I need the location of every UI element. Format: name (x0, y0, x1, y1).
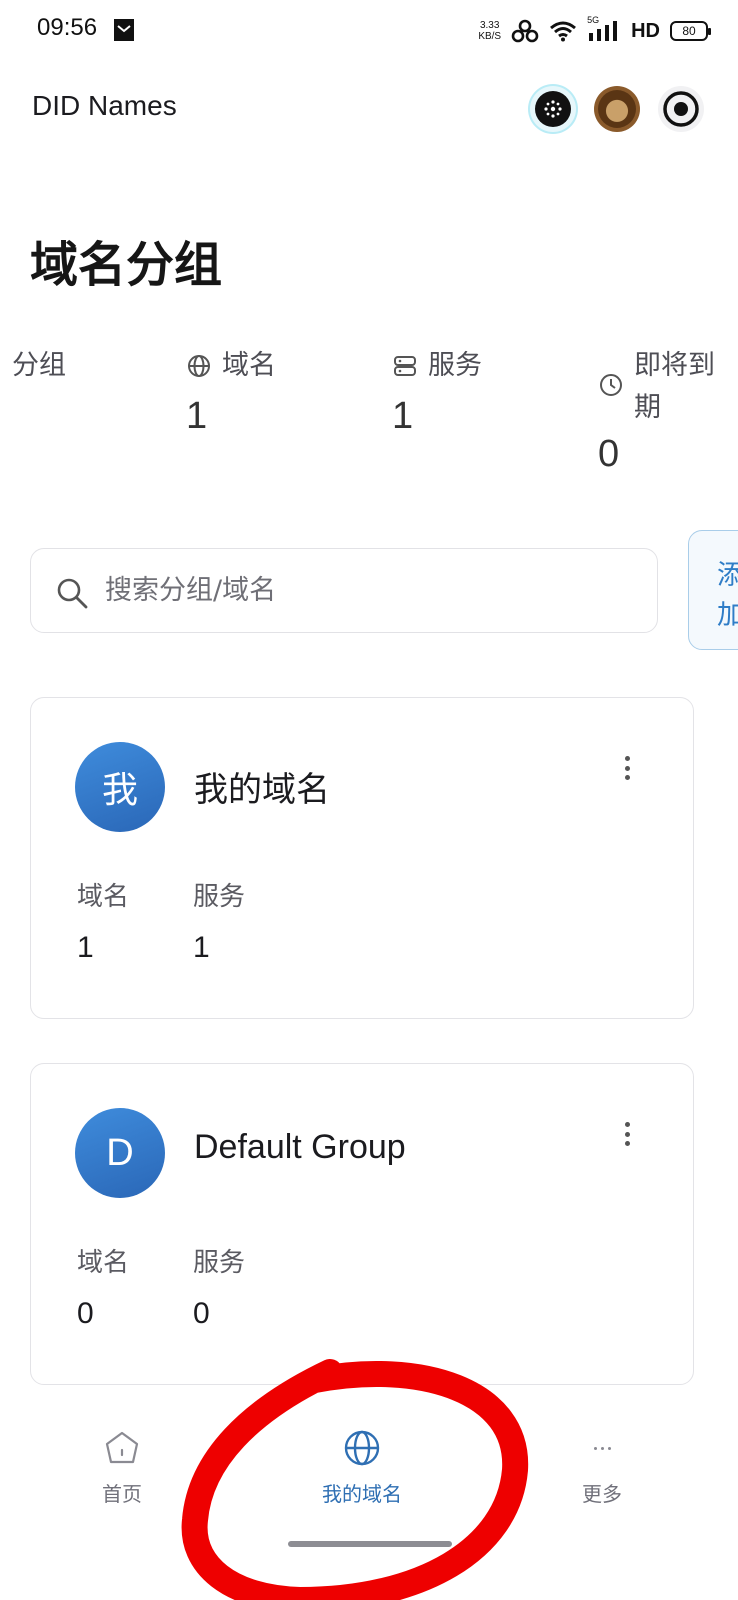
home-indicator[interactable] (288, 1541, 452, 1547)
add-group-button[interactable]: 添 加 (688, 530, 738, 650)
record-target-button[interactable] (658, 86, 704, 132)
search-icon (57, 578, 88, 609)
group-name: 我的域名 (194, 770, 330, 810)
battery-level: 80 (682, 24, 696, 38)
apps-icon (535, 91, 571, 127)
cellular-signal-icon: 5G (587, 15, 621, 43)
nav-label-my-domains: 我的域名 (322, 1482, 402, 1506)
apps-button[interactable] (530, 86, 576, 132)
avatar (598, 90, 636, 128)
more-icon (532, 1428, 672, 1468)
group-domains-metric: 域名 0 (77, 1242, 129, 1331)
group-card[interactable]: 我 我的域名 域名 1 服务 1 (30, 697, 694, 1019)
stat-expiring-value: 0 (598, 433, 620, 475)
target-icon (663, 91, 699, 127)
group-avatar: 我 (75, 742, 165, 832)
group-domains-value: 1 (77, 931, 94, 964)
stat-services: 服务 1 (392, 345, 482, 438)
user-avatar-button[interactable] (594, 86, 640, 132)
stat-domains-label: 域名 (222, 350, 276, 381)
nav-label-more: 更多 (582, 1482, 622, 1506)
group-services-value: 0 (193, 1297, 210, 1330)
stat-expiring: 即将到 期 0 (598, 345, 715, 476)
stat-services-value: 1 (392, 395, 414, 437)
group-avatar: D (75, 1108, 165, 1198)
globe-icon (188, 355, 210, 377)
stat-groups-label: 分组 (12, 350, 66, 381)
hd-indicator: HD (631, 19, 660, 42)
app-bar: DID Names (0, 70, 738, 150)
battery-icon: 80 (670, 21, 711, 41)
hotspot-icon (511, 19, 539, 43)
group-services-value: 1 (193, 931, 210, 964)
bottom-navigation: 首页 我的域名 更多 (0, 1400, 738, 1600)
nav-item-more[interactable]: 更多 (532, 1428, 672, 1507)
stat-domains-value: 1 (186, 395, 208, 437)
message-notification-icon (114, 19, 134, 41)
group-domains-label: 域名 (77, 1248, 130, 1278)
group-domains-metric: 域名 1 (77, 876, 129, 965)
page-title: 域名分组 (30, 237, 223, 293)
more-vertical-icon[interactable] (613, 754, 641, 782)
nav-item-my-domains[interactable]: 我的域名 (292, 1428, 432, 1507)
group-services-label: 服务 (193, 882, 246, 912)
stats-row: 分组 2 域名 1 服务 1 (0, 345, 738, 495)
group-card[interactable]: D Default Group 域名 0 服务 0 (30, 1063, 694, 1385)
status-indicators: 3.33 KB/S 5G HD 80 (478, 15, 711, 46)
stat-expiring-label-line2: 期 (634, 392, 661, 423)
network-speed-unit: KB/S (478, 31, 502, 42)
group-domains-label: 域名 (77, 882, 130, 912)
status-time: 09:56 (37, 14, 98, 41)
group-services-metric: 服务 1 (193, 876, 245, 965)
server-icon (394, 356, 416, 376)
clock-icon (600, 374, 622, 396)
group-services-label: 服务 (193, 1248, 246, 1278)
globe-icon (344, 1430, 380, 1466)
nav-label-home: 首页 (102, 1482, 142, 1506)
group-domains-value: 0 (77, 1297, 94, 1330)
search-input[interactable] (105, 549, 645, 632)
more-vertical-icon[interactable] (613, 1120, 641, 1148)
add-group-label-line2: 加 (717, 593, 738, 632)
wifi-icon (550, 21, 577, 42)
stat-expiring-label-line1: 即将到 (634, 350, 715, 381)
search-box (30, 548, 658, 633)
stat-expiring-label: 即将到 期 (634, 345, 715, 429)
stat-domains: 域名 1 (186, 345, 276, 438)
stat-groups-value: 2 (0, 395, 66, 438)
stat-services-label: 服务 (428, 350, 482, 381)
nav-item-home[interactable]: 首页 (52, 1428, 192, 1507)
status-bar: 09:56 3.33 KB/S 5G HD 80 (0, 0, 738, 62)
network-speed-value: 3.33 (479, 20, 500, 31)
group-name: Default Group (194, 1128, 406, 1166)
app-title: DID Names (32, 90, 177, 121)
group-services-metric: 服务 0 (193, 1242, 245, 1331)
home-icon (105, 1431, 139, 1464)
stat-groups: 分组 2 (0, 345, 66, 438)
network-speed: 3.33 KB/S (478, 20, 501, 42)
add-group-label-line1: 添 (717, 553, 738, 592)
app-bar-actions (530, 86, 704, 132)
folder-icon (0, 353, 2, 379)
